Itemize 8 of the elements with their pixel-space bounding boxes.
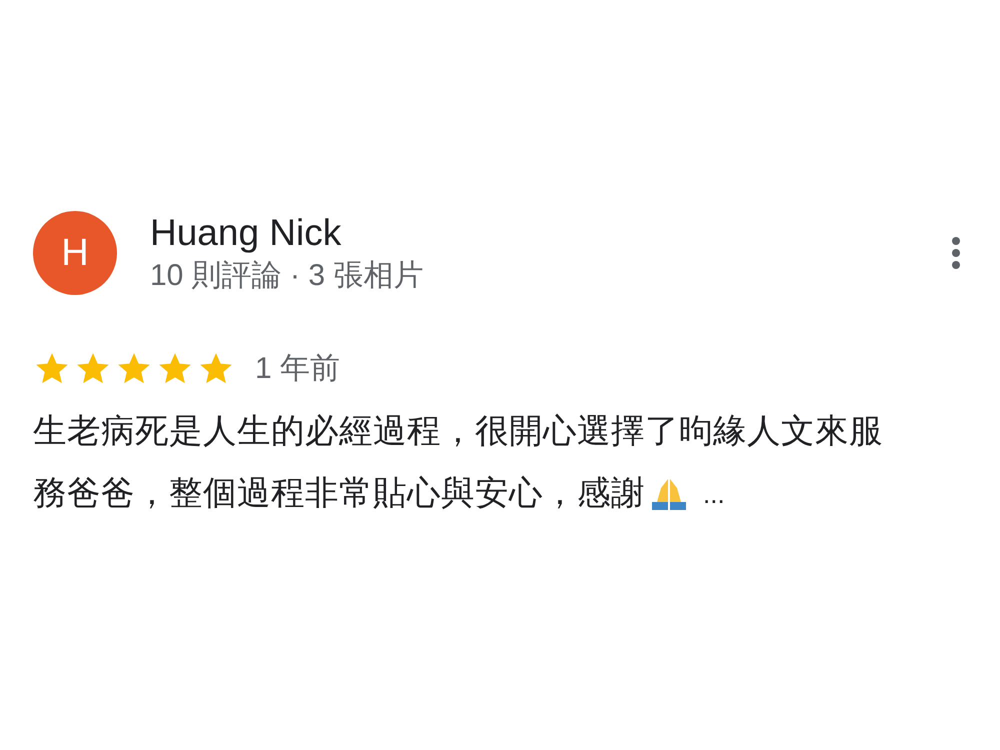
review-text-line: 務爸爸，整個過程非常貼心與安心，感謝 bbox=[33, 474, 645, 514]
author-meta: 10 則評論 · 3 張相片 bbox=[150, 258, 424, 294]
read-more-ellipsis[interactable]: ... bbox=[703, 463, 725, 525]
review-text-line: 生老病死是人生的必經過程，很開心選擇了昫緣人文來服 bbox=[33, 412, 883, 452]
avatar: H bbox=[33, 211, 117, 295]
author-name: Huang Nick bbox=[150, 211, 342, 255]
review-time: 1 年前 bbox=[255, 351, 340, 387]
more-options-icon[interactable] bbox=[950, 236, 962, 270]
